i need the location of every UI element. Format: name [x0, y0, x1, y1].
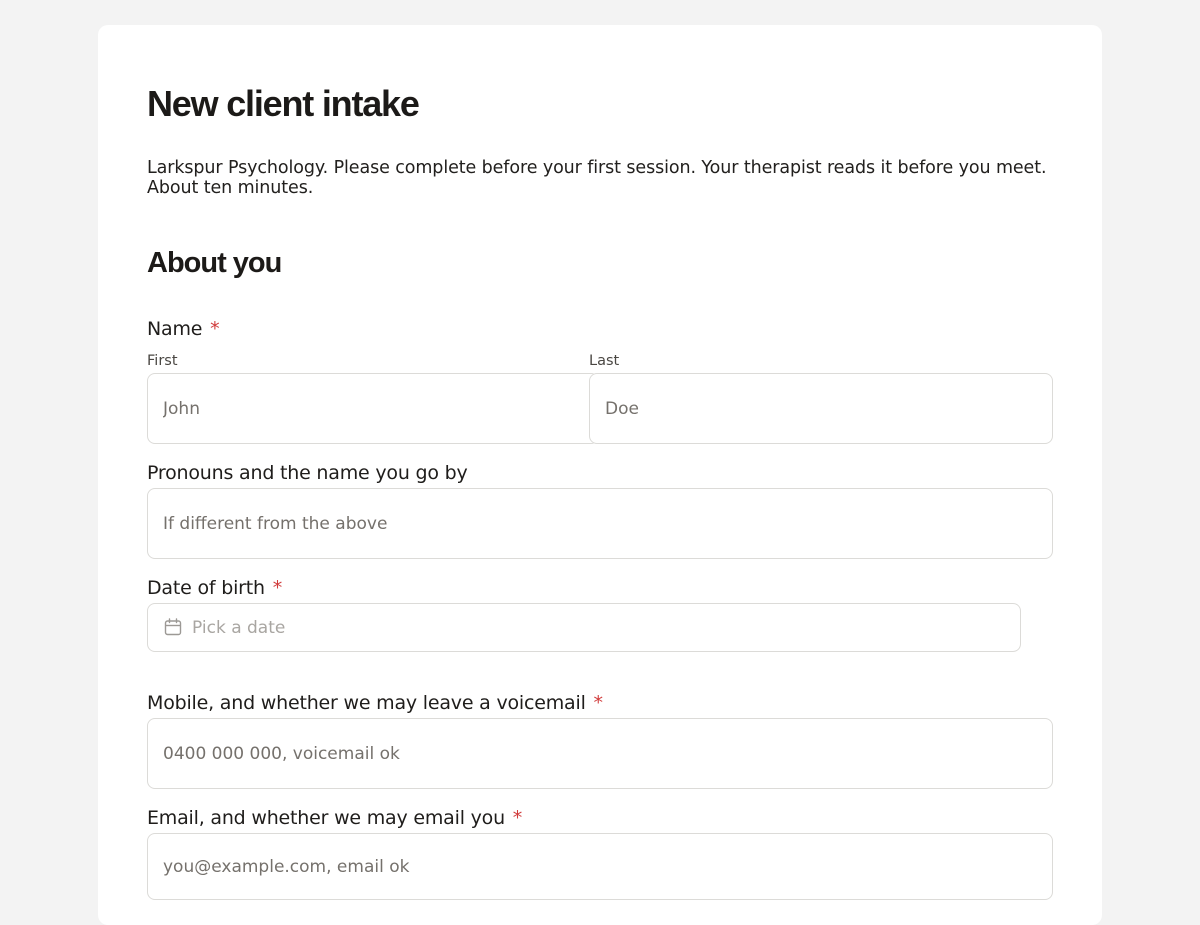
dob-label-text: Date of birth [147, 577, 265, 599]
mobile-label-text: Mobile, and whether we may leave a voice… [147, 692, 586, 714]
email-input[interactable] [148, 834, 1052, 899]
first-name-field[interactable] [147, 373, 599, 444]
page-title: New client intake [147, 83, 420, 124]
dob-date-picker[interactable] [147, 603, 1021, 652]
intake-form-card: New client intake Larkspur Psychology. P… [98, 25, 1102, 925]
last-name-input[interactable] [590, 374, 1052, 443]
mobile-field[interactable] [147, 718, 1053, 789]
name-label: Name * [147, 317, 220, 341]
pronouns-label-text: Pronouns and the name you go by [147, 462, 468, 484]
required-mark: * [593, 692, 604, 714]
required-mark: * [210, 318, 220, 340]
first-name-sublabel: First [147, 353, 178, 369]
pronouns-field[interactable] [147, 488, 1053, 559]
required-mark: * [512, 807, 523, 829]
dob-label: Date of birth * [147, 576, 282, 600]
section-title-about-you: About you [147, 247, 282, 279]
calendar-icon [164, 618, 182, 636]
last-name-sublabel: Last [589, 353, 620, 369]
mobile-label: Mobile, and whether we may leave a voice… [147, 691, 603, 715]
name-label-text: Name [147, 318, 203, 340]
first-name-input[interactable] [148, 374, 598, 443]
pronouns-input[interactable] [148, 489, 1052, 558]
dob-input[interactable] [148, 604, 1020, 651]
pronouns-label: Pronouns and the name you go by [147, 461, 468, 485]
last-name-field[interactable] [589, 373, 1053, 444]
mobile-input[interactable] [148, 719, 1052, 788]
form-intro: Larkspur Psychology. Please complete bef… [147, 158, 1047, 198]
required-mark: * [272, 577, 283, 599]
email-label-text: Email, and whether we may email you [147, 807, 505, 829]
email-label: Email, and whether we may email you * [147, 806, 522, 830]
email-field[interactable] [147, 833, 1053, 900]
